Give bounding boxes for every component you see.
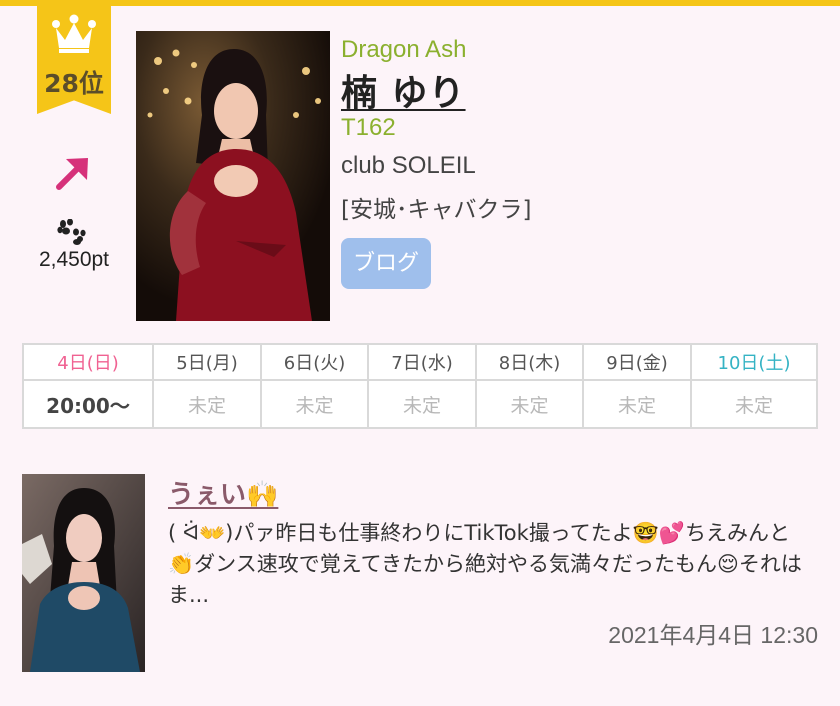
schedule-day: 8日(木) <box>475 343 584 381</box>
schedule-time: 未定 <box>475 379 584 429</box>
schedule-time: 未定 <box>367 379 477 429</box>
schedule-time: 未定 <box>582 379 692 429</box>
blog-title-link[interactable]: うぇい🙌 <box>168 474 278 511</box>
schedule-day: 6日(火) <box>260 343 369 381</box>
shop-category: [安城･キャバクラ] <box>341 197 532 223</box>
blog-excerpt: ( ᐛ👐)パァ昨日も仕事終わりにTikTok撮ってたよ🤓💕ちえみんと👏ダンス速攻… <box>168 521 802 607</box>
schedule-time: 未定 <box>152 379 262 429</box>
schedule-times-row: 20:00〜 未定 未定 未定 未定 未定 未定 <box>22 379 818 429</box>
schedule-day: 7日(水) <box>367 343 477 381</box>
schedule-day: 5日(月) <box>152 343 262 381</box>
cast-photo[interactable] <box>136 31 330 321</box>
schedule-time: 20:00〜 <box>22 379 154 429</box>
schedule-table: 4日(日) 5日(月) 6日(火) 7日(水) 8日(木) 9日(金) 10日(… <box>22 343 818 429</box>
cast-name-link[interactable]: 楠 ゆり <box>341 64 466 116</box>
crown-icon <box>52 14 96 53</box>
cast-height: T162 <box>341 114 396 141</box>
top-accent-bar <box>0 0 840 6</box>
arrow-up-right-icon <box>56 158 88 190</box>
rank-ribbon: 28位 <box>37 0 111 114</box>
schedule-day: 9日(金) <box>582 343 692 381</box>
blog-date: 2021年4月4日 12:30 <box>608 622 818 648</box>
shop-name: club SOLEIL <box>341 152 476 179</box>
paw-print-icon <box>57 219 86 245</box>
blog-thumbnail[interactable] <box>22 474 145 672</box>
schedule-time: 未定 <box>260 379 369 429</box>
schedule-day: 4日(日) <box>22 343 154 381</box>
schedule-days-row: 4日(日) 5日(月) 6日(火) 7日(水) 8日(木) 9日(金) 10日(… <box>22 343 818 381</box>
blog-button[interactable]: ブログ <box>341 238 431 289</box>
rank-label: 28位 <box>44 69 104 98</box>
ranking-points: 2,450pt <box>38 248 110 271</box>
shop-group-name: Dragon Ash <box>341 36 467 63</box>
schedule-time: 未定 <box>690 379 818 429</box>
schedule-day: 10日(土) <box>690 343 818 381</box>
